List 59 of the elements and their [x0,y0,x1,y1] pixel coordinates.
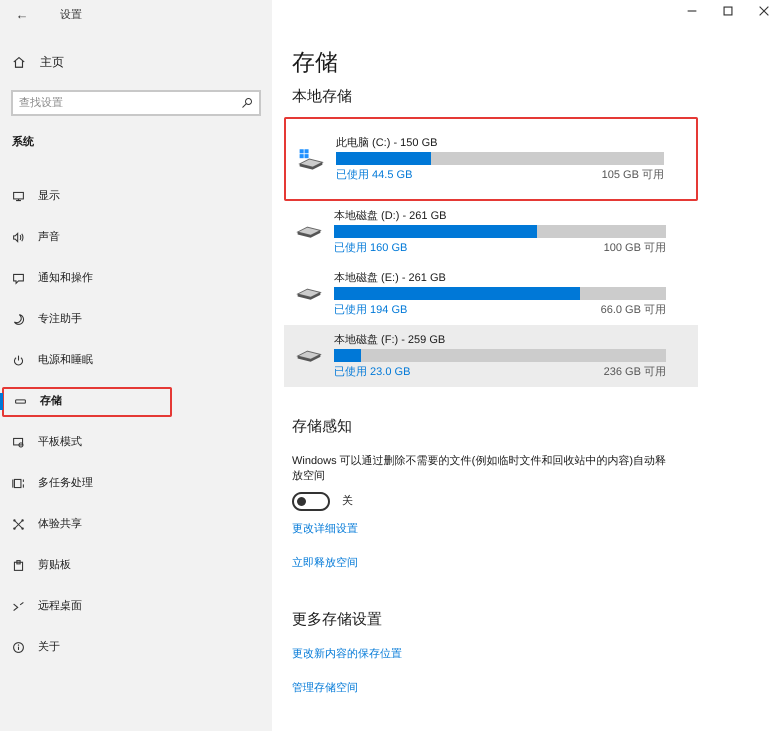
maximize-icon[interactable] [721,4,735,18]
toggle-label: 关 [342,494,353,510]
info-icon [12,641,25,654]
toggle-switch[interactable] [292,492,330,511]
page-title: 存储 [292,48,339,77]
drive-item[interactable]: 本地磁盘 (E:) - 261 GB 已使用 194 GB 66.0 GB 可用 [284,263,698,325]
speaker-icon [12,231,25,244]
sidebar-item[interactable]: 显示 [0,182,60,212]
section-heading: 存储感知 [292,417,353,437]
monitor-icon [12,190,25,203]
drive-item[interactable]: 本地磁盘 (F:) - 259 GB 已使用 23.0 GB 236 GB 可用 [284,325,698,387]
used-space: 已使用 160 GB [334,241,408,255]
sidebar-item[interactable]: 存储 [2,386,172,416]
drive-name: 本地磁盘 (E:) - 261 GB [334,271,447,285]
sidebar-item[interactable]: 多任务处理 [0,468,93,498]
home-icon[interactable] [12,55,26,69]
section-heading: 本地存储 [292,87,353,107]
section-heading: 更多存储设置 [292,610,383,630]
search-icon [241,97,253,109]
tablet-icon [12,436,25,449]
search-field[interactable]: 查找设置 [11,90,261,116]
clipboard-icon [12,559,25,572]
share-icon [12,518,25,531]
sidebar-item[interactable]: 关于 [0,632,60,662]
link[interactable]: 立即释放空间 [292,556,358,571]
drive-item[interactable]: 此电脑 (C:) - 150 GB 已使用 44.5 GB 105 GB 可用 [284,117,698,201]
multitask-icon [12,477,25,490]
back-button[interactable]: ← [12,5,32,25]
moon-icon [12,313,25,326]
sidebar-item[interactable]: 平板模式 [0,428,82,458]
free-space: 105 GB 可用 [602,168,664,182]
window-title: 设置 [60,8,82,23]
power-icon [12,354,25,367]
link[interactable]: 更改新内容的保存位置 [292,647,402,662]
message-icon [12,272,25,285]
sidebar-item[interactable]: 远程桌面 [0,592,82,622]
free-space: 100 GB 可用 [604,241,666,255]
drive-name: 本地磁盘 (F:) - 259 GB [334,333,446,347]
close-icon[interactable] [757,4,771,18]
sidebar-item[interactable]: 专注助手 [0,304,82,334]
sidebar-item[interactable]: 电源和睡眠 [0,346,93,376]
description-text: Windows 可以通过删除不需要的文件(例如临时文件和回收站中的内容)自动释放空间 [292,454,668,484]
link[interactable]: 更改详细设置 [292,522,358,537]
sidebar-item[interactable]: 通知和操作 [0,264,93,294]
used-space: 已使用 23.0 GB [334,365,410,379]
free-space: 236 GB 可用 [604,365,666,379]
drive-name: 本地磁盘 (D:) - 261 GB [334,209,448,223]
drive-name: 此电脑 (C:) - 150 GB [336,136,438,150]
home-link[interactable]: 主页 [40,53,64,71]
sidebar-item[interactable]: 剪贴板 [0,550,71,580]
used-space: 已使用 194 GB [334,303,408,317]
section-heading: 系统 [11,134,35,150]
drive-item[interactable]: 本地磁盘 (D:) - 261 GB 已使用 160 GB 100 GB 可用 [284,201,698,263]
sidebar-item[interactable]: 声音 [0,222,60,252]
free-space: 66.0 GB 可用 [600,303,666,317]
used-space: 已使用 44.5 GB [336,168,412,182]
remote-icon [12,600,25,613]
sidebar-item[interactable]: 体验共享 [0,510,82,540]
link[interactable]: 管理存储空间 [292,681,358,696]
